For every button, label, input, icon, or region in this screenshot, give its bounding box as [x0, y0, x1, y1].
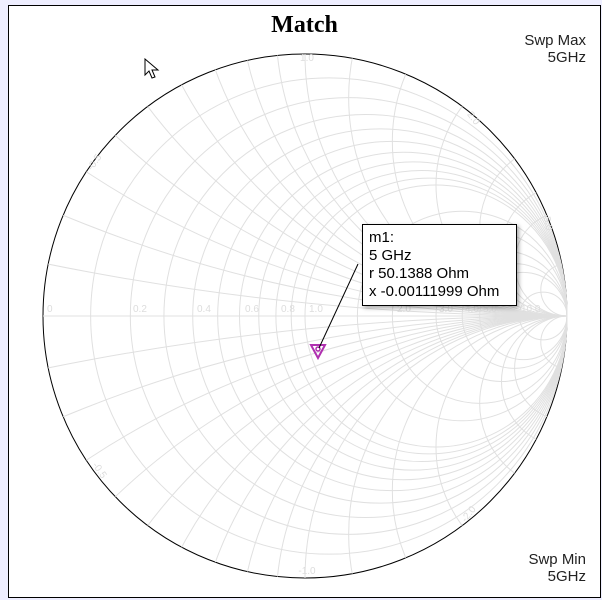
svg-text:-1.0: -1.0 — [298, 566, 316, 577]
smith-chart[interactable]: 0 0.2 0.4 0.6 0.8 1.0 2.0 3.0 4.0 5.0 10… — [27, 38, 583, 594]
svg-text:-0.5: -0.5 — [90, 460, 109, 481]
smith-chart-svg: 0 0.2 0.4 0.6 0.8 1.0 2.0 3.0 4.0 5.0 10… — [27, 38, 583, 594]
chart-title: Match — [9, 12, 600, 39]
svg-text:1.0: 1.0 — [300, 53, 314, 64]
svg-text:0.6: 0.6 — [245, 304, 259, 315]
svg-text:0.2: 0.2 — [133, 304, 147, 315]
chart-frame: Match Swp Max 5GHz Swp Min 5GHz — [8, 5, 601, 598]
svg-text:10.0: 10.0 — [521, 304, 541, 315]
svg-text:0.8: 0.8 — [281, 304, 295, 315]
marker-id: m1: — [369, 229, 510, 247]
svg-text:0: 0 — [47, 304, 53, 315]
svg-text:0.4: 0.4 — [197, 304, 211, 315]
marker-readout-box[interactable]: m1: 5 GHz r 50.1388 Ohm x -0.00111999 Oh… — [362, 224, 517, 306]
svg-text:1.0: 1.0 — [309, 304, 323, 315]
svg-text:2.0: 2.0 — [464, 110, 481, 128]
marker-r: r 50.1388 Ohm — [369, 265, 510, 283]
svg-text:-0.5: -0.5 — [86, 152, 105, 173]
marker-freq: 5 GHz — [369, 247, 510, 265]
marker-x: x -0.00111999 Ohm — [369, 283, 510, 301]
svg-text:-2.0: -2.0 — [459, 504, 479, 525]
